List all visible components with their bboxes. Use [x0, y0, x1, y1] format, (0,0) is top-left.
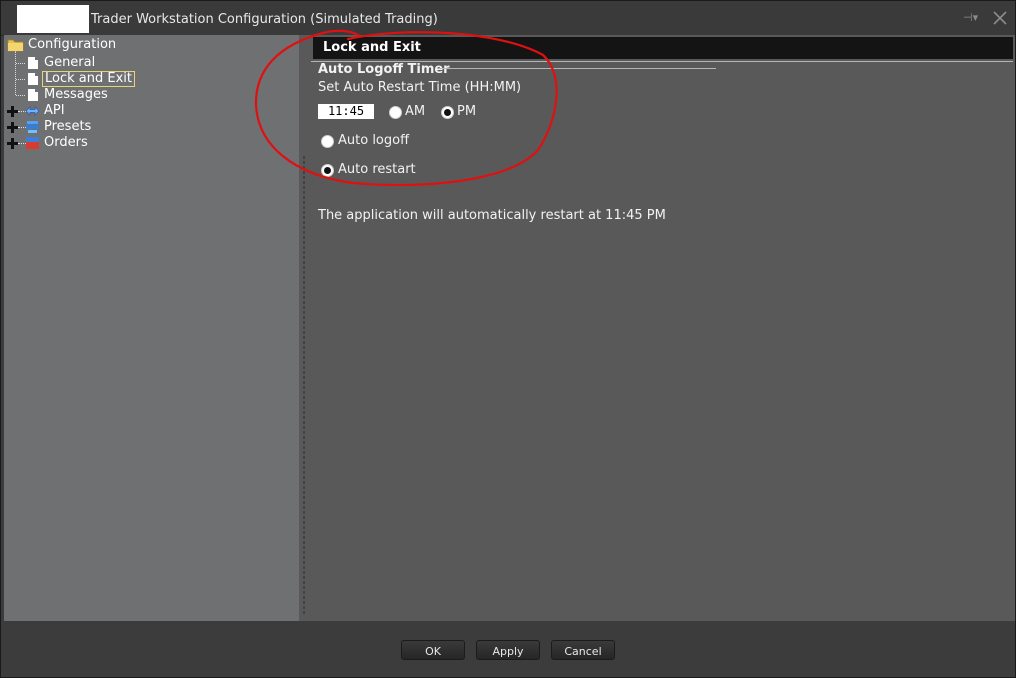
restart-time-input[interactable] [318, 104, 374, 119]
api-icon [25, 106, 40, 116]
tree-item-orders[interactable]: Orders [4, 135, 299, 151]
tree-item-label: Orders [44, 135, 88, 150]
orders-icon [26, 137, 39, 149]
expand-icon[interactable] [7, 138, 18, 149]
am-label: AM [405, 104, 426, 119]
tree-item-label: Configuration [28, 37, 117, 52]
tree-item-label: Lock and Exit [42, 71, 135, 87]
restart-time-label: Set Auto Restart Time (HH:MM) [318, 80, 522, 95]
app-logo [17, 5, 89, 33]
folder-icon [7, 39, 24, 52]
expand-icon[interactable] [7, 122, 18, 133]
auto-restart-label: Auto restart [338, 162, 416, 177]
ok-button[interactable]: OK [401, 640, 465, 660]
tree-item-label: API [44, 103, 65, 118]
auto-restart-radio[interactable] [321, 164, 334, 177]
title-bar: Trader Workstation Configuration (Simula… [1, 1, 1015, 36]
splitter-grip [303, 155, 305, 615]
divider [439, 68, 716, 69]
tree-item-lock-and-exit[interactable]: Lock and Exit [4, 71, 299, 87]
pm-label: PM [457, 104, 477, 119]
document-icon [28, 73, 38, 85]
config-window: Trader Workstation Configuration (Simula… [0, 0, 1016, 678]
dialog-footer: OK Apply Cancel [1, 622, 1015, 677]
tree-item-general[interactable]: General [4, 55, 299, 71]
section-title: Lock and Exit [323, 40, 421, 55]
presets-icon [26, 121, 39, 133]
document-icon [28, 57, 38, 69]
apply-button[interactable]: Apply [476, 640, 540, 660]
tree-item-label: Presets [44, 119, 92, 134]
tree-item-api[interactable]: API [4, 103, 299, 119]
tree-item-presets[interactable]: Presets [4, 119, 299, 135]
window-title: Trader Workstation Configuration (Simula… [91, 12, 438, 27]
close-icon[interactable] [991, 9, 1009, 27]
cancel-button[interactable]: Cancel [551, 640, 615, 660]
auto-logoff-label: Auto logoff [338, 133, 410, 148]
pin-icon[interactable]: ⊣▾ [963, 10, 985, 26]
lock-and-exit-panel: Lock and Exit Auto Logoff Timer Set Auto… [309, 35, 1015, 621]
tree-item-label: Messages [44, 87, 108, 102]
panel-splitter[interactable] [299, 35, 309, 621]
pm-radio[interactable] [441, 106, 454, 119]
section-header: Lock and Exit [313, 37, 1013, 59]
tree-item-label: General [44, 55, 96, 70]
config-tree: Configuration General Lock and Exit Mess… [4, 35, 299, 621]
document-icon [28, 89, 38, 101]
tree-item-messages[interactable]: Messages [4, 87, 299, 103]
expand-icon[interactable] [7, 106, 18, 117]
am-radio[interactable] [389, 106, 402, 119]
auto-logoff-radio[interactable] [321, 135, 334, 148]
auto-logoff-timer-title: Auto Logoff Timer [318, 62, 450, 77]
tree-item-configuration[interactable]: Configuration [4, 37, 299, 53]
restart-status-message: The application will automatically resta… [318, 208, 666, 223]
